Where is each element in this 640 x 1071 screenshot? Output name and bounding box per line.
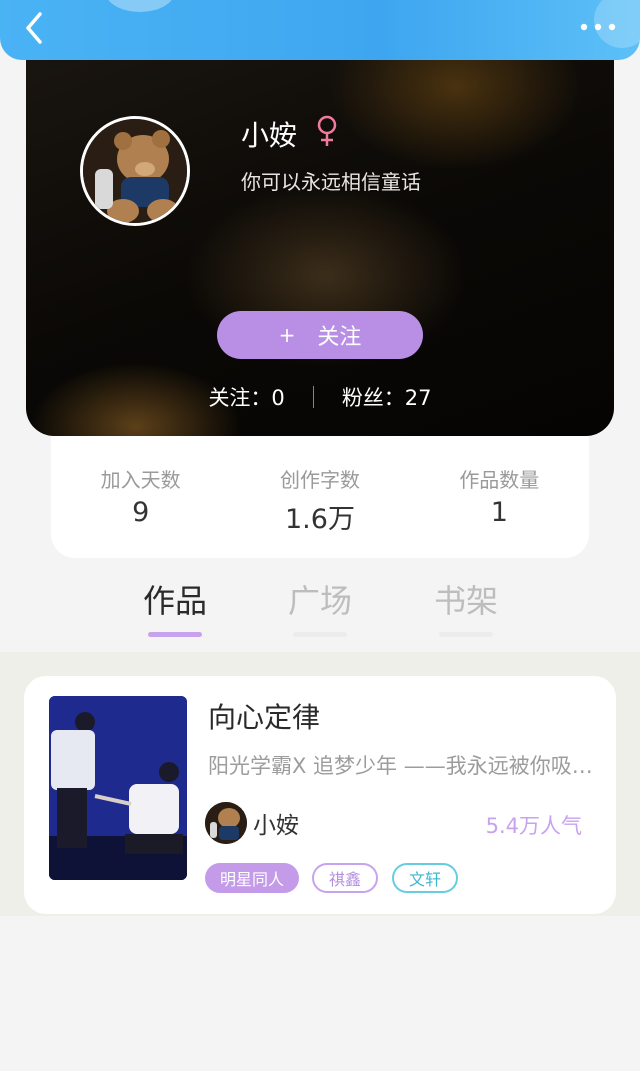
tag-chip[interactable]: 祺鑫 <box>312 863 378 893</box>
work-description: 阳光学霸X 追梦少年 ——我永远被你吸… <box>208 754 593 778</box>
tab-label: 书架 <box>433 582 498 620</box>
profile-header-card: 小姲 你可以永远相信童话 + 关注 关注：0 粉丝：27 <box>26 46 614 436</box>
more-dots-icon[interactable] <box>578 16 618 38</box>
tab-indicator <box>148 632 202 637</box>
avatar[interactable] <box>80 116 190 226</box>
profile-name: 小姲 <box>241 119 298 152</box>
divider <box>312 386 314 408</box>
stat-word-count: 创作字数 1.6万 <box>245 464 395 558</box>
stat-value: 1.6万 <box>285 504 355 535</box>
works-list: 向心定律 阳光学霸X 追梦少年 ——我永远被你吸… 小姲 5.4万人气 明星同人… <box>0 652 640 916</box>
profile-bio: 你可以永远相信童话 <box>241 170 421 194</box>
tab-bookshelf[interactable]: 书架 <box>426 576 506 637</box>
decorative-bubble <box>105 0 175 12</box>
chevron-left-icon[interactable] <box>18 8 54 48</box>
stat-label: 加入天数 <box>100 468 181 492</box>
work-cover-image <box>49 696 187 880</box>
stat-label: 创作字数 <box>279 468 360 492</box>
female-symbol-icon <box>316 114 338 148</box>
tag-chip[interactable]: 明星同人 <box>205 863 299 893</box>
content-tabs: 作品 广场 书架 <box>0 570 640 652</box>
work-card[interactable]: 向心定律 阳光学霸X 追梦少年 ——我永远被你吸… 小姲 5.4万人气 明星同人… <box>24 676 616 914</box>
tab-works[interactable]: 作品 <box>135 576 215 637</box>
follow-stats: 关注：0 粉丝：27 <box>26 382 614 412</box>
author-avatar <box>205 802 247 844</box>
fans-count[interactable]: 粉丝：27 <box>342 382 432 412</box>
tab-indicator <box>439 632 493 637</box>
tag-chip[interactable]: 文轩 <box>392 863 458 893</box>
creator-stats-card: 加入天数 9 创作字数 1.6万 作品数量 1 <box>51 436 589 558</box>
tab-indicator <box>293 632 347 637</box>
following-count[interactable]: 关注：0 <box>208 382 284 412</box>
stat-join-days: 加入天数 9 <box>66 464 216 558</box>
tab-label: 广场 <box>287 582 352 620</box>
top-nav-bar <box>0 0 640 60</box>
follow-button-label: 关注 <box>317 325 362 350</box>
tab-label: 作品 <box>142 582 207 620</box>
stat-label: 作品数量 <box>459 468 540 492</box>
follow-button[interactable]: + 关注 <box>217 311 423 359</box>
popularity-count: 5.4万人气 <box>485 814 582 838</box>
author-name: 小姲 <box>253 813 299 839</box>
plus-icon: + <box>278 323 296 347</box>
work-title: 向心定律 <box>208 701 321 734</box>
stat-value: 9 <box>132 497 150 528</box>
tab-square[interactable]: 广场 <box>280 576 360 637</box>
stat-value: 1 <box>490 497 508 528</box>
stat-works-count: 作品数量 1 <box>424 464 574 558</box>
